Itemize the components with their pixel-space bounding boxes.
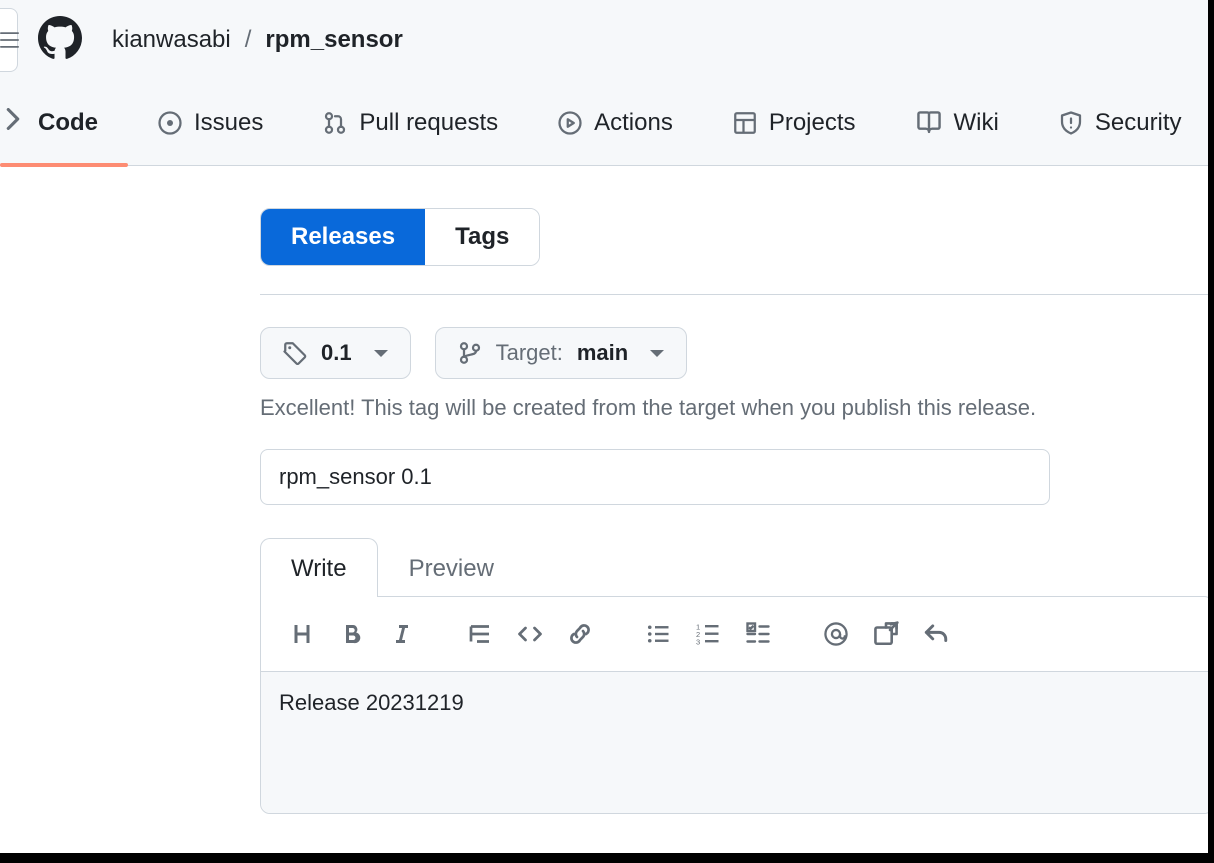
chevron-right-icon	[6, 108, 20, 137]
nav-projects-label: Projects	[769, 109, 856, 137]
heading-icon[interactable]	[287, 619, 317, 649]
tag-icon	[283, 341, 307, 365]
release-form: Releases Tags 0.1 Target: main Excellent…	[0, 166, 1214, 814]
tags-tab[interactable]: Tags	[425, 209, 539, 265]
tag-selector[interactable]: 0.1	[260, 327, 411, 379]
unordered-list-icon[interactable]	[643, 619, 673, 649]
nav-security-label: Security	[1095, 109, 1182, 137]
nav-issues-label: Issues	[194, 109, 263, 137]
svg-text:3: 3	[696, 638, 700, 647]
md-toolbar: 123	[261, 597, 1213, 671]
breadcrumb-separator: /	[245, 26, 252, 54]
italic-icon[interactable]	[387, 619, 417, 649]
nav-actions[interactable]: Actions	[528, 80, 703, 166]
github-logo[interactable]	[38, 16, 82, 65]
hamburger-menu-button[interactable]	[0, 8, 18, 72]
release-title-input[interactable]	[260, 449, 1050, 505]
pull-request-icon	[323, 111, 347, 135]
table-icon	[733, 111, 757, 135]
write-tab[interactable]: Write	[260, 538, 378, 597]
tag-hint-text: Excellent! This tag will be created from…	[260, 395, 1214, 421]
editor-tabs: Write Preview	[260, 537, 1214, 596]
target-label: Target:	[496, 340, 563, 366]
breadcrumb: kianwasabi / rpm_sensor	[112, 26, 403, 54]
releases-tab[interactable]: Releases	[261, 209, 425, 265]
editor-box: 123	[260, 596, 1214, 814]
task-list-icon[interactable]	[743, 619, 773, 649]
target-selector[interactable]: Target: main	[435, 327, 688, 379]
nav-security[interactable]: Security	[1029, 80, 1212, 166]
caret-down-icon	[374, 350, 388, 357]
quote-icon[interactable]	[465, 619, 495, 649]
mention-icon[interactable]	[821, 619, 851, 649]
nav-code-label: Code	[38, 109, 98, 137]
target-value: main	[577, 340, 628, 366]
frame-edge-right	[1208, 0, 1214, 863]
nav-pulls[interactable]: Pull requests	[293, 80, 528, 166]
cross-reference-icon[interactable]	[871, 619, 901, 649]
breadcrumb-owner[interactable]: kianwasabi	[112, 26, 231, 54]
ordered-list-icon[interactable]: 123	[693, 619, 723, 649]
branch-icon	[458, 341, 482, 365]
shield-icon	[1059, 111, 1083, 135]
link-icon[interactable]	[565, 619, 595, 649]
selectors-row: 0.1 Target: main	[260, 327, 1214, 379]
play-circle-icon	[558, 111, 582, 135]
releases-tags-toggle: Releases Tags	[260, 208, 540, 266]
nav-issues[interactable]: Issues	[128, 80, 293, 166]
bold-icon[interactable]	[337, 619, 367, 649]
breadcrumb-repo[interactable]: rpm_sensor	[265, 26, 402, 54]
frame-edge-bottom	[0, 853, 1214, 863]
reply-icon[interactable]	[921, 619, 951, 649]
repo-nav: Code Issues Pull requests Actions Projec…	[0, 80, 1214, 166]
preview-tab[interactable]: Preview	[378, 538, 525, 597]
editor: Write Preview 123	[260, 537, 1214, 814]
nav-wiki-label: Wiki	[954, 109, 999, 137]
editor-body-area	[261, 671, 1213, 813]
release-body-textarea[interactable]	[279, 690, 1195, 790]
nav-projects[interactable]: Projects	[703, 80, 886, 166]
caret-down-icon	[650, 350, 664, 357]
hamburger-icon	[0, 29, 19, 51]
top-bar: kianwasabi / rpm_sensor	[0, 0, 1214, 80]
issues-icon	[158, 111, 182, 135]
divider	[260, 294, 1214, 295]
nav-wiki[interactable]: Wiki	[886, 80, 1029, 166]
nav-actions-label: Actions	[594, 109, 673, 137]
nav-code[interactable]: Code	[0, 80, 128, 166]
code-icon[interactable]	[515, 619, 545, 649]
tag-value: 0.1	[321, 340, 352, 366]
nav-pulls-label: Pull requests	[359, 109, 498, 137]
book-icon	[916, 110, 942, 136]
